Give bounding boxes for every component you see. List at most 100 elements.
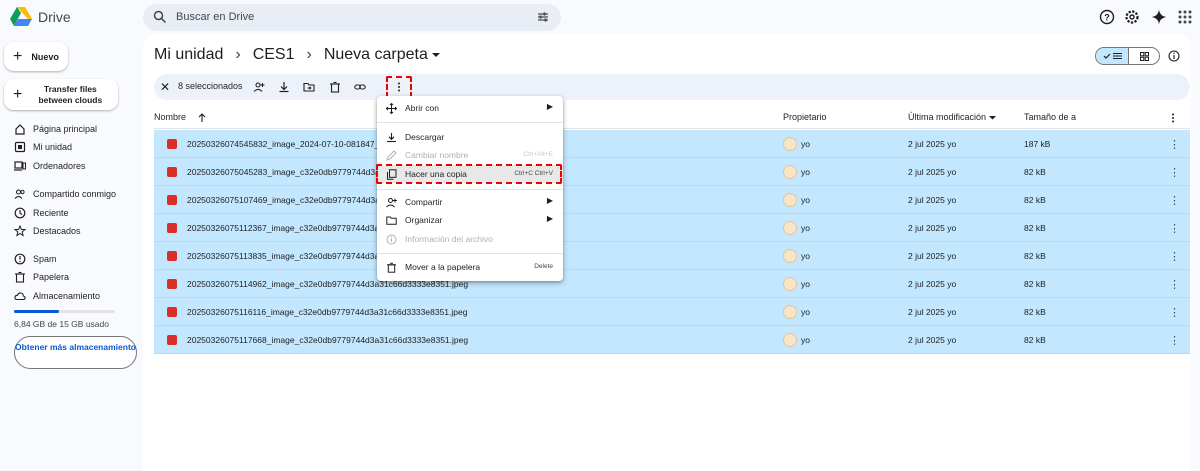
new-button[interactable]: + Nuevo xyxy=(4,42,68,71)
column-header-size[interactable]: Tamaño de a xyxy=(1024,112,1076,122)
folder-icon xyxy=(386,216,397,225)
menu-item-organize[interactable]: Organizar ▶ xyxy=(377,211,563,229)
more-actions-icon[interactable]: ⋮ xyxy=(1169,306,1180,319)
menu-item-share[interactable]: Compartir ▶ xyxy=(377,193,563,211)
info-icon xyxy=(386,234,397,245)
file-owner: yo xyxy=(801,307,810,317)
avatar xyxy=(783,249,797,263)
file-modified: 2 jul 2025 yo xyxy=(908,139,957,149)
clear-selection-icon[interactable]: ✕ xyxy=(160,80,170,94)
menu-item-open-with[interactable]: Abrir con ▶ xyxy=(377,99,563,117)
column-header-owner[interactable]: Propietario xyxy=(783,112,827,122)
header-divider xyxy=(154,128,1190,129)
column-header-name[interactable]: Nombre xyxy=(154,112,206,122)
people-icon xyxy=(14,189,25,199)
sidebar-item-shared[interactable]: Compartido conmigo xyxy=(14,187,116,201)
caret-down-icon xyxy=(431,53,440,57)
file-modified: 2 jul 2025 yo xyxy=(908,167,957,177)
file-name[interactable]: 20250326075113835_image_c32e0db9779744d3… xyxy=(187,251,379,261)
gemini-sparkle-icon[interactable] xyxy=(1151,9,1167,25)
more-actions-icon[interactable]: ⋮ xyxy=(1169,278,1180,291)
more-actions-icon[interactable]: ⋮ xyxy=(1169,138,1180,151)
star-icon xyxy=(14,225,26,237)
table-row[interactable]: 20250326075114962_image_c32e0db9779744d3… xyxy=(154,270,1190,298)
sidebar-item-computers[interactable]: Ordenadores xyxy=(14,159,86,173)
file-owner: yo xyxy=(801,139,810,149)
sidebar-item-storage[interactable]: Almacenamiento xyxy=(14,289,100,303)
info-icon[interactable] xyxy=(1168,50,1180,62)
more-actions-highlight xyxy=(386,76,412,98)
share-person-icon[interactable] xyxy=(253,81,265,93)
search-input[interactable]: Buscar en Drive xyxy=(176,11,254,23)
file-name[interactable]: 20250326074545832_image_2024-07-10-08184… xyxy=(187,139,379,149)
file-name[interactable]: 20250326075116116_image_c32e0db9779744d3… xyxy=(187,307,467,317)
more-actions-icon[interactable]: ⋮ xyxy=(1169,334,1180,347)
column-options-icon[interactable] xyxy=(1168,112,1178,124)
home-icon xyxy=(15,124,25,135)
file-modified: 2 jul 2025 yo xyxy=(908,195,957,205)
help-icon[interactable]: ? xyxy=(1099,9,1115,25)
plus-icon: + xyxy=(13,47,23,65)
more-actions-icon[interactable]: ⋮ xyxy=(1169,194,1180,207)
move-to-folder-icon[interactable] xyxy=(303,81,315,93)
table-row[interactable]: 20250326074545832_image_2024-07-10-08184… xyxy=(154,130,1190,158)
image-file-icon xyxy=(167,195,177,205)
sidebar-item-trash[interactable]: Papelera xyxy=(14,270,69,284)
search-bar[interactable]: Buscar en Drive xyxy=(143,4,561,31)
file-modified: 2 jul 2025 yo xyxy=(908,251,957,261)
more-actions-icon[interactable]: ⋮ xyxy=(1169,250,1180,263)
make-copy-highlight xyxy=(376,164,562,184)
link-icon[interactable] xyxy=(354,81,366,93)
selection-action-bar: ✕ 8 seleccionados xyxy=(154,74,1190,100)
more-actions-icon[interactable]: ⋮ xyxy=(1169,166,1180,179)
more-actions-icon[interactable]: ⋮ xyxy=(1169,222,1180,235)
transfer-files-button[interactable]: + Transfer files between clouds xyxy=(4,79,118,110)
grid-view-button[interactable] xyxy=(1129,48,1159,64)
sidebar-item-home[interactable]: Página principal xyxy=(14,122,97,136)
file-name[interactable]: 20250326075117668_image_c32e0db9779744d3… xyxy=(187,335,468,345)
table-row[interactable]: 20250326075113835_image_c32e0db9779744d3… xyxy=(154,242,1190,270)
storage-progress-fill xyxy=(14,310,60,313)
table-row[interactable]: 20250326075116116_image_c32e0db9779744d3… xyxy=(154,298,1190,326)
chevron-right-icon: ▶ xyxy=(546,196,553,205)
breadcrumb-ces1[interactable]: CES1 xyxy=(253,46,295,64)
list-view-button[interactable] xyxy=(1096,48,1129,64)
get-more-storage-button[interactable]: Obtener más almacenamiento xyxy=(14,336,137,369)
table-row[interactable]: 20250326075112367_image_c32e0db9779744d3… xyxy=(154,214,1190,242)
trash-icon[interactable] xyxy=(329,81,341,93)
breadcrumb-current-folder[interactable]: Nueva carpeta xyxy=(324,46,440,64)
menu-item-download[interactable]: Descargar xyxy=(377,128,563,146)
menu-item-move-to-trash[interactable]: Mover a la papelera Delete xyxy=(377,258,563,276)
table-row[interactable]: 20250326075117668_image_c32e0db9779744d3… xyxy=(154,326,1190,354)
transfer-files-label: Transfer files between clouds xyxy=(38,83,103,105)
caret-down-icon xyxy=(989,115,997,119)
file-name[interactable]: 20250326075112367_image_c32e0db9779744d3… xyxy=(187,223,379,233)
file-name[interactable]: 20250326075045283_image_c32e0db9779744d3… xyxy=(187,167,380,177)
file-modified: 2 jul 2025 yo xyxy=(908,279,957,289)
download-icon[interactable] xyxy=(278,81,290,93)
avatar xyxy=(783,193,797,207)
avatar xyxy=(783,221,797,235)
drive-logo[interactable]: Drive xyxy=(10,7,71,26)
download-icon xyxy=(387,133,396,143)
table-row[interactable]: 20250326075107469_image_c32e0db9779744d3… xyxy=(154,186,1190,214)
menu-item-rename[interactable]: Cambiar nombre Ctrl+Alt+E xyxy=(377,146,563,164)
sidebar-item-starred[interactable]: Destacados xyxy=(14,224,81,238)
sidebar-item-spam[interactable]: Spam xyxy=(14,252,57,266)
sidebar-item-recent[interactable]: Reciente xyxy=(14,206,69,220)
menu-item-file-info[interactable]: Información del archivo xyxy=(377,230,563,248)
table-row[interactable]: 20250326075045283_image_c32e0db9779744d3… xyxy=(154,158,1190,186)
file-modified: 2 jul 2025 yo xyxy=(908,223,957,233)
gear-icon[interactable] xyxy=(1124,9,1140,25)
search-options-icon[interactable] xyxy=(537,11,549,23)
column-header-modified[interactable]: Última modificación xyxy=(908,112,997,122)
chevron-right-icon: ▶ xyxy=(546,214,553,223)
file-name[interactable]: 20250326075107469_image_c32e0db9779744d3… xyxy=(187,195,380,205)
trash-icon xyxy=(15,271,25,283)
image-file-icon xyxy=(167,251,177,261)
apps-grid-icon[interactable] xyxy=(1177,9,1193,25)
breadcrumb-my-drive[interactable]: Mi unidad xyxy=(154,46,223,64)
sidebar-item-my-drive[interactable]: Mi unidad xyxy=(14,140,72,154)
computer-icon xyxy=(14,161,26,171)
sidebar-item-label: Ordenadores xyxy=(33,161,86,171)
